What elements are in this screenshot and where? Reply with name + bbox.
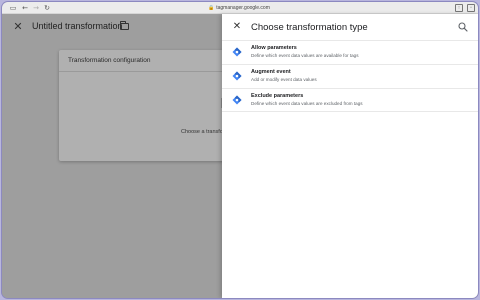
browser-window: ▭ ← → ↻ 🔒 tagmanager.google.com ↑ ▫ ✕ Unt… [2, 2, 478, 298]
search-icon[interactable] [458, 22, 468, 32]
option-augment-event[interactable]: Augment event Add or modify event data v… [222, 64, 478, 88]
config-card-hint: Choose a transfo [181, 129, 223, 135]
tag-icon [232, 71, 242, 81]
option-exclude-parameters[interactable]: Exclude parameters Define which event da… [222, 88, 478, 112]
reload-icon[interactable]: ↻ [42, 3, 52, 13]
sidebar-toggle-icon[interactable]: ▭ [8, 3, 18, 13]
option-description: Define which event data values are avail… [251, 53, 359, 58]
browser-toolbar: ▭ ← → ↻ 🔒 tagmanager.google.com ↑ ▫ [2, 2, 478, 14]
option-name: Allow parameters [251, 45, 297, 51]
tag-icon [232, 47, 242, 57]
share-icon[interactable]: ↑ [455, 4, 463, 12]
tag-icon [232, 95, 242, 105]
close-icon[interactable]: ✕ [12, 21, 24, 33]
transformation-type-list: Allow parameters Define which event data… [222, 40, 478, 112]
option-description: Add or modify event data values [251, 77, 317, 82]
url-text: tagmanager.google.com [216, 5, 270, 11]
lock-icon: 🔒 [208, 5, 215, 11]
folder-icon[interactable] [120, 21, 129, 30]
forward-icon[interactable]: → [31, 3, 41, 13]
page-overlay[interactable]: ✕ Untitled transformation Transformation… [2, 14, 478, 298]
option-name: Augment event [251, 69, 291, 75]
choose-type-panel: ✕ Choose transformation type Allow param… [222, 14, 478, 298]
config-card-title: Transformation configuration [68, 57, 151, 64]
page-header: ✕ Untitled transformation [2, 14, 222, 40]
address-bar[interactable]: 🔒 tagmanager.google.com [208, 4, 270, 12]
panel-title: Choose transformation type [251, 22, 368, 33]
page-title[interactable]: Untitled transformation [32, 21, 123, 31]
option-allow-parameters[interactable]: Allow parameters Define which event data… [222, 40, 478, 64]
tabs-overview-icon[interactable]: ▫ [467, 4, 475, 12]
option-name: Exclude parameters [251, 93, 304, 99]
transformation-config-card[interactable]: Transformation configuration Choose a tr… [59, 50, 229, 161]
back-icon[interactable]: ← [20, 3, 30, 13]
option-description: Define which event data values are exclu… [251, 101, 363, 106]
close-icon[interactable]: ✕ [232, 22, 242, 32]
divider [59, 71, 229, 72]
